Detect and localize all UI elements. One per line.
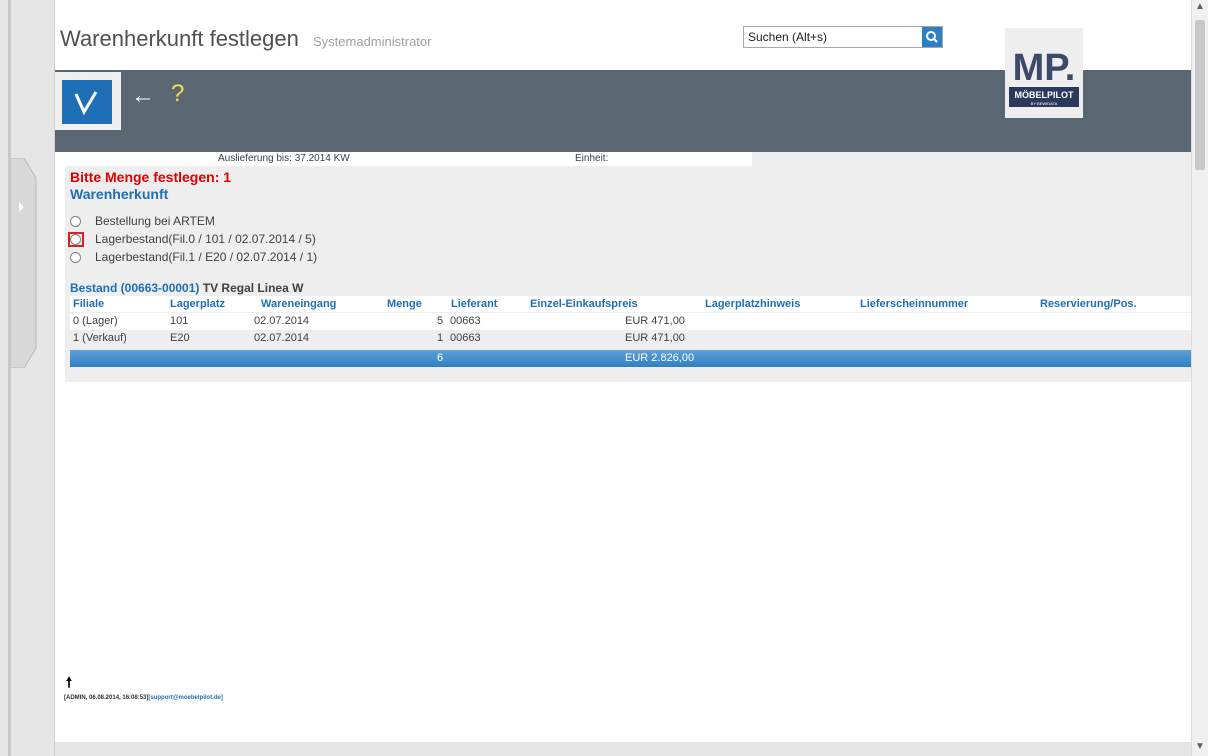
stock-article-number: Bestand (00663-00001) xyxy=(70,281,200,295)
col-lagerplatz[interactable]: Lagerplatz xyxy=(170,298,225,310)
support-link[interactable]: [support@moebelpilot.de] xyxy=(148,695,223,701)
footer-meta: [ADMIN, 06.08.2014, 16:08:53][support@mo… xyxy=(64,695,223,701)
cell-menge: 1 xyxy=(437,332,444,344)
col-lieferant[interactable]: Lieferant xyxy=(451,298,497,310)
col-lagerplatzhinweis[interactable]: Lagerplatzhinweis xyxy=(705,298,800,310)
frame-line xyxy=(8,0,11,756)
bottom-frame xyxy=(55,742,1200,756)
quantity-prompt: Bitte Menge festlegen: 1 xyxy=(70,169,232,185)
search-input[interactable] xyxy=(748,29,908,45)
delivery-info: Auslieferung bis: 37.2014 KW Einheit: xyxy=(65,152,752,166)
cell-lagerplatz: 101 xyxy=(170,315,189,327)
main-content: Auslieferung bis: 37.2014 KW Einheit: Bi… xyxy=(65,152,1192,382)
cell-filiale: 1 (Verkauf) xyxy=(73,332,127,344)
cell-lieferant: 00663 xyxy=(450,332,481,344)
help-button[interactable]: ? xyxy=(171,80,184,108)
table-sum-row: 6 EUR 2.826,00 xyxy=(70,350,1192,367)
scroll-down-arrow-icon[interactable]: ▼ xyxy=(1195,742,1205,752)
page-title-text: Warenherkunft festlegen xyxy=(60,26,299,51)
table-header: Filiale Lagerplatz Wareneingang Menge Li… xyxy=(70,296,1192,312)
page-title: Warenherkunft festlegen Systemadministra… xyxy=(60,26,431,52)
cell-lieferant: 00663 xyxy=(450,315,481,327)
radio-label: Bestellung bei ARTEM xyxy=(95,214,215,228)
svg-text:MÖBELPILOT: MÖBELPILOT xyxy=(1015,90,1074,100)
cell-preis: EUR 471,00 xyxy=(625,332,685,344)
radio-label: Lagerbestand(Fil.1 / E20 / 02.07.2014 / … xyxy=(95,250,318,264)
scrollbar[interactable]: ▲ ▼ xyxy=(1191,0,1208,756)
sum-preis: EUR 2.826,00 xyxy=(625,352,695,364)
cell-wareneingang: 02.07.2014 xyxy=(254,315,310,327)
section-title: Warenherkunft xyxy=(70,186,169,202)
cell-lagerplatz: E20 xyxy=(170,332,190,344)
moebelpilot-logo: MP. MÖBELPILOT BY BEWIDATA xyxy=(1005,28,1083,118)
cell-wareneingang: 02.07.2014 xyxy=(254,332,310,344)
radio-label: Lagerbestand(Fil.0 / 101 / 02.07.2014 / … xyxy=(95,232,316,246)
side-panel-toggle[interactable] xyxy=(10,158,38,368)
stock-title: Bestand (00663-00001) TV Regal Linea W xyxy=(70,281,303,295)
confirm-button-face xyxy=(62,80,112,124)
user-role: Systemadministrator xyxy=(313,34,432,49)
help-icon: ? xyxy=(171,80,185,107)
search-box xyxy=(743,26,943,48)
focus-highlight xyxy=(68,232,84,247)
radio-button[interactable] xyxy=(70,252,81,263)
scroll-top-button[interactable]: 🠕 xyxy=(66,672,72,696)
confirm-button[interactable] xyxy=(55,72,121,130)
unit-label: Einheit: xyxy=(575,153,609,164)
back-button[interactable]: ← xyxy=(131,82,155,110)
svg-text:BY BEWIDATA: BY BEWIDATA xyxy=(1031,101,1058,106)
col-filiale[interactable]: Filiale xyxy=(73,298,104,310)
col-menge[interactable]: Menge xyxy=(387,298,422,310)
left-frame xyxy=(0,0,55,756)
checkmark-icon xyxy=(74,91,98,116)
cell-filiale: 0 (Lager) xyxy=(73,315,118,327)
table-row[interactable]: 1 (Verkauf) E20 02.07.2014 1 00663 EUR 4… xyxy=(70,330,1192,347)
delivery-week: Auslieferung bis: 37.2014 KW xyxy=(218,153,350,164)
back-arrow-icon: ← xyxy=(131,82,155,109)
cell-menge: 5 xyxy=(437,315,444,327)
sum-menge: 6 xyxy=(437,352,444,364)
cell-preis: EUR 471,00 xyxy=(625,315,685,327)
stock-product-name: TV Regal Linea W xyxy=(199,281,304,295)
scroll-thumb[interactable] xyxy=(1195,20,1205,170)
svg-text:MP.: MP. xyxy=(1013,47,1076,89)
search-button[interactable] xyxy=(922,27,942,47)
col-wareneingang[interactable]: Wareneingang xyxy=(261,298,336,310)
col-lieferscheinnummer[interactable]: Lieferscheinnummer xyxy=(860,298,968,310)
session-info: [ADMIN, 06.08.2014, 16:08:53] xyxy=(64,695,149,701)
col-preis[interactable]: Einzel-Einkaufspreis xyxy=(530,298,638,310)
up-arrow-icon: 🠕 xyxy=(66,674,73,690)
search-icon xyxy=(926,31,938,43)
scroll-up-arrow-icon[interactable]: ▲ xyxy=(1195,2,1205,12)
table-row[interactable]: 0 (Lager) 101 02.07.2014 5 00663 EUR 471… xyxy=(70,313,1192,330)
radio-button[interactable] xyxy=(70,216,81,227)
col-reservierung[interactable]: Reservierung/Pos. xyxy=(1040,298,1137,310)
